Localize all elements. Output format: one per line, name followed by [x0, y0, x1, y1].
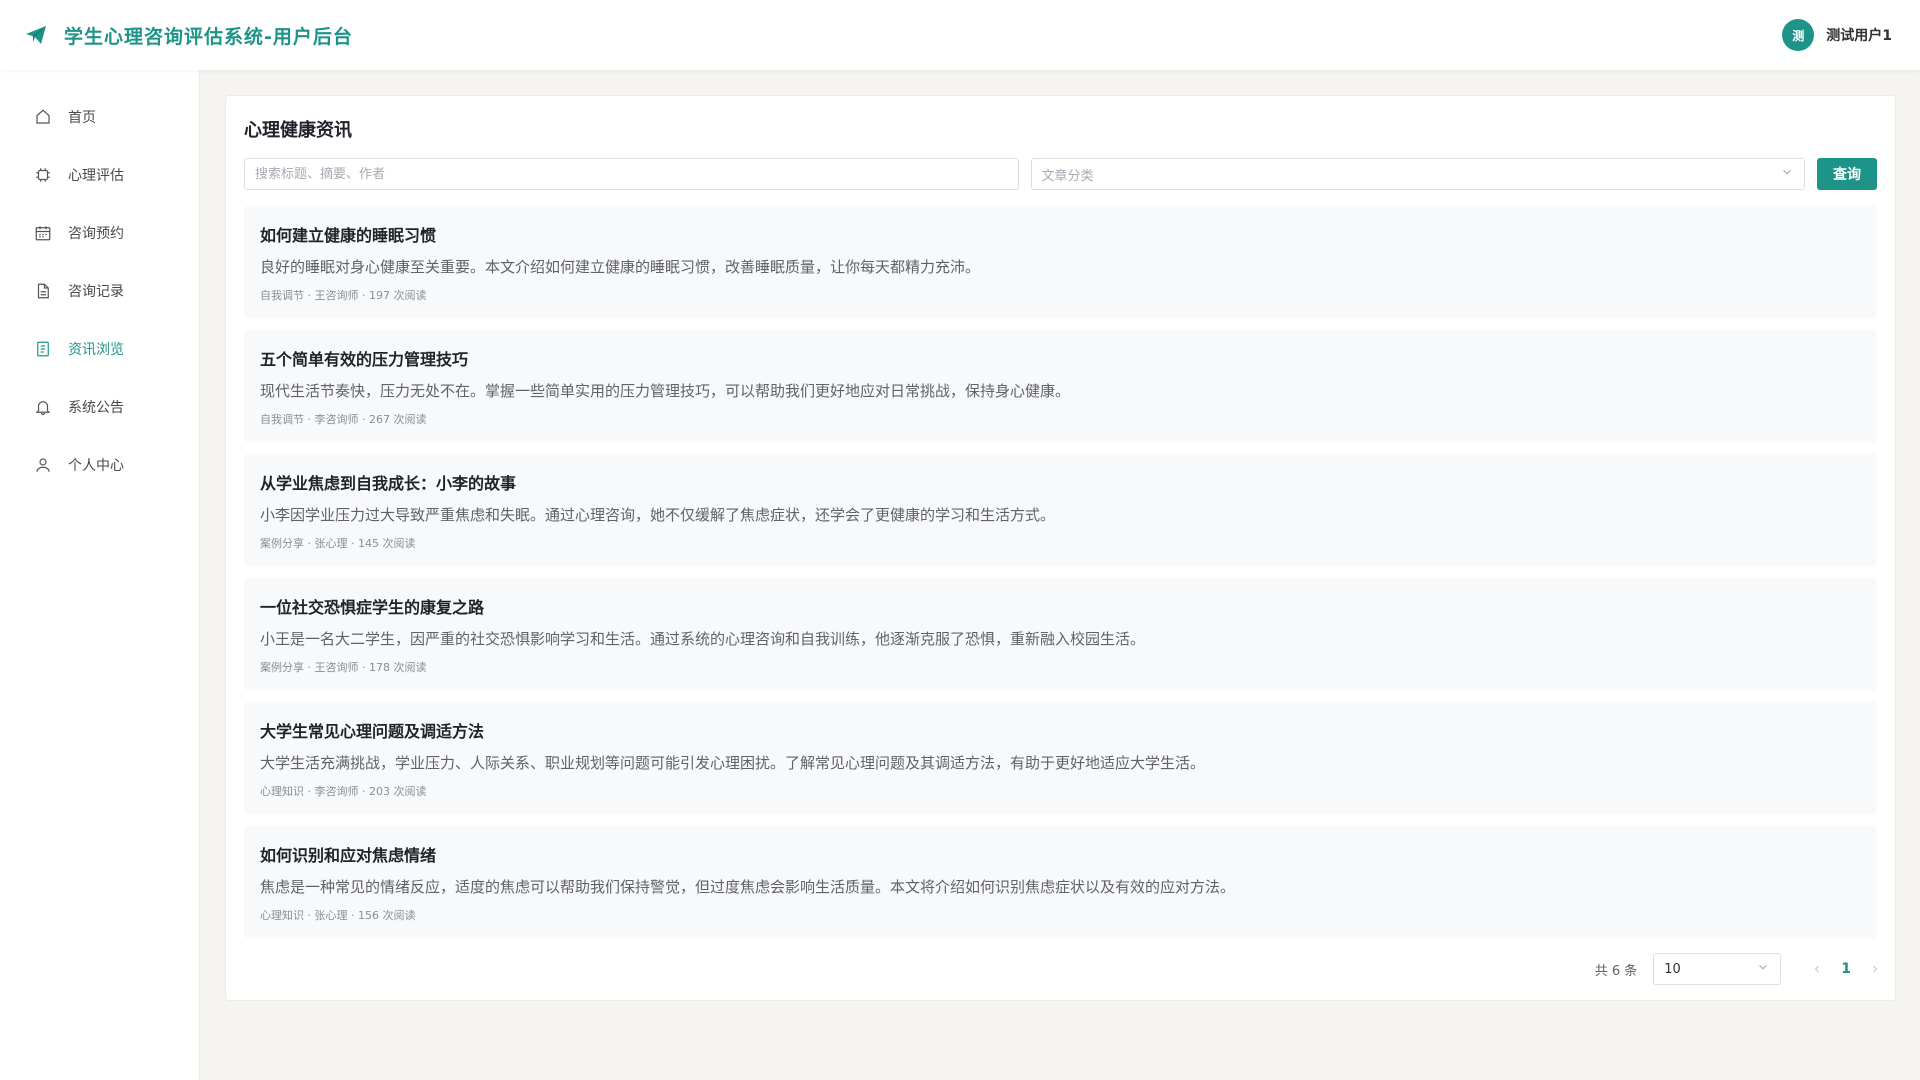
- sidebar-item-label: 咨询记录: [68, 284, 124, 300]
- pagination: 共 6 条 10 1: [1595, 953, 1883, 985]
- top-header: 学生心理咨询评估系统-用户后台 测 测试用户1: [0, 0, 1920, 70]
- article-title[interactable]: 如何建立健康的睡眠习惯: [260, 222, 1861, 246]
- category-select[interactable]: 文章分类: [1030, 158, 1806, 190]
- sidebar-item-records[interactable]: 咨询记录: [0, 262, 199, 320]
- news-card: 心理健康资讯 文章分类 查询 如何建立健康的睡眠习惯 良好的睡眠对身心健康至关重…: [225, 95, 1896, 1001]
- paper-plane-icon: [24, 22, 50, 48]
- next-page-icon[interactable]: [1867, 961, 1883, 977]
- sidebar-item-home[interactable]: 首页: [0, 88, 199, 146]
- sidebar-item-appointment[interactable]: 咨询预约: [0, 204, 199, 262]
- sidebar-item-profile[interactable]: 个人中心: [0, 436, 199, 494]
- chevron-down-icon: [1756, 960, 1770, 978]
- user-name[interactable]: 测试用户1: [1826, 25, 1892, 45]
- article-title[interactable]: 五个简单有效的压力管理技巧: [260, 346, 1861, 370]
- article-meta: 心理知识 · 张心理 · 156 次阅读: [260, 909, 416, 922]
- article-item[interactable]: 一位社交恐惧症学生的康复之路 小王是一名大二学生，因严重的社交恐惧影响学习和生活…: [244, 578, 1877, 690]
- avatar[interactable]: 测: [1782, 19, 1815, 51]
- article-summary: 焦虑是一种常见的情绪反应，适度的焦虑可以帮助我们保持警觉，但过度焦虑会影响生活质…: [260, 878, 1236, 896]
- article-title[interactable]: 从学业焦虑到自我成长：小李的故事: [260, 470, 1861, 494]
- article-summary: 小王是一名大二学生，因严重的社交恐惧影响学习和生活。通过系统的心理咨询和自我训练…: [260, 630, 1146, 648]
- page-title: 心理健康资讯: [244, 120, 352, 141]
- sidebar-item-announcement[interactable]: 系统公告: [0, 378, 199, 436]
- user-menu[interactable]: 测 测试用户1: [1782, 19, 1892, 51]
- category-placeholder: 文章分类: [1041, 168, 1094, 184]
- query-button[interactable]: 查询: [1817, 158, 1877, 190]
- article-meta: 心理知识 · 李咨询师 · 203 次阅读: [260, 785, 427, 798]
- article-item[interactable]: 五个简单有效的压力管理技巧 现代生活节奏快，压力无处不在。掌握一些简单实用的压力…: [244, 330, 1877, 442]
- page-size-select[interactable]: 10: [1653, 953, 1782, 985]
- sidebar-item-label: 咨询预约: [68, 226, 124, 242]
- calendar-icon: [34, 224, 52, 242]
- home-icon: [34, 108, 52, 126]
- article-meta: 自我调节 · 王咨询师 · 197 次阅读: [260, 289, 427, 302]
- page-number-current[interactable]: 1: [1841, 961, 1851, 977]
- sidebar-item-label: 个人中心: [68, 458, 124, 474]
- news-icon: [34, 340, 52, 358]
- article-title[interactable]: 如何识别和应对焦虑情绪: [260, 842, 1861, 866]
- sidebar-item-news[interactable]: 资讯浏览: [0, 320, 199, 378]
- article-item[interactable]: 如何识别和应对焦虑情绪 焦虑是一种常见的情绪反应，适度的焦虑可以帮助我们保持警觉…: [244, 826, 1877, 938]
- chip-icon: [34, 166, 52, 184]
- article-title[interactable]: 大学生常见心理问题及调适方法: [260, 718, 1861, 742]
- search-input[interactable]: [244, 158, 1019, 190]
- article-summary: 小李因学业压力过大导致严重焦虑和失眠。通过心理咨询，她不仅缓解了焦虑症状，还学会…: [260, 506, 1056, 524]
- sidebar-item-label: 系统公告: [68, 400, 124, 416]
- article-summary: 良好的睡眠对身心健康至关重要。本文介绍如何建立健康的睡眠习惯，改善睡眠质量，让你…: [260, 258, 981, 276]
- prev-page-icon[interactable]: [1809, 961, 1825, 977]
- article-item[interactable]: 从学业焦虑到自我成长：小李的故事 小李因学业压力过大导致严重焦虑和失眠。通过心理…: [244, 454, 1877, 566]
- pager: 1: [1809, 961, 1883, 977]
- chevron-down-icon: [1780, 165, 1794, 183]
- article-meta: 案例分享 · 王咨询师 · 178 次阅读: [260, 661, 427, 674]
- bell-icon: [34, 398, 52, 416]
- app-title: 学生心理咨询评估系统-用户后台: [64, 25, 353, 48]
- filter-bar: 文章分类 查询: [244, 158, 1877, 190]
- document-icon: [34, 282, 52, 300]
- sidebar-item-label: 心理评估: [68, 168, 124, 184]
- sidebar-item-label: 首页: [68, 110, 96, 126]
- article-item[interactable]: 大学生常见心理问题及调适方法 大学生活充满挑战，学业压力、人际关系、职业规划等问…: [244, 702, 1877, 814]
- page-size-value: 10: [1664, 961, 1681, 977]
- article-meta: 案例分享 · 张心理 · 145 次阅读: [260, 537, 416, 550]
- article-summary: 现代生活节奏快，压力无处不在。掌握一些简单实用的压力管理技巧，可以帮助我们更好地…: [260, 382, 1071, 400]
- brand: 学生心理咨询评估系统-用户后台: [24, 22, 353, 49]
- article-title[interactable]: 一位社交恐惧症学生的康复之路: [260, 594, 1861, 618]
- article-summary: 大学生活充满挑战，学业压力、人际关系、职业规划等问题可能引发心理困扰。了解常见心…: [260, 754, 1206, 772]
- user-icon: [34, 456, 52, 474]
- total-count: 共 6 条: [1594, 963, 1638, 979]
- sidebar-item-label: 资讯浏览: [68, 342, 124, 358]
- article-item[interactable]: 如何建立健康的睡眠习惯 良好的睡眠对身心健康至关重要。本文介绍如何建立健康的睡眠…: [244, 206, 1877, 318]
- sidebar-item-assessment[interactable]: 心理评估: [0, 146, 199, 204]
- sidebar: 首页 心理评估 咨询预约 咨询记录 资讯浏览 系统公告 个人中心: [0, 70, 200, 1080]
- article-meta: 自我调节 · 李咨询师 · 267 次阅读: [260, 413, 427, 426]
